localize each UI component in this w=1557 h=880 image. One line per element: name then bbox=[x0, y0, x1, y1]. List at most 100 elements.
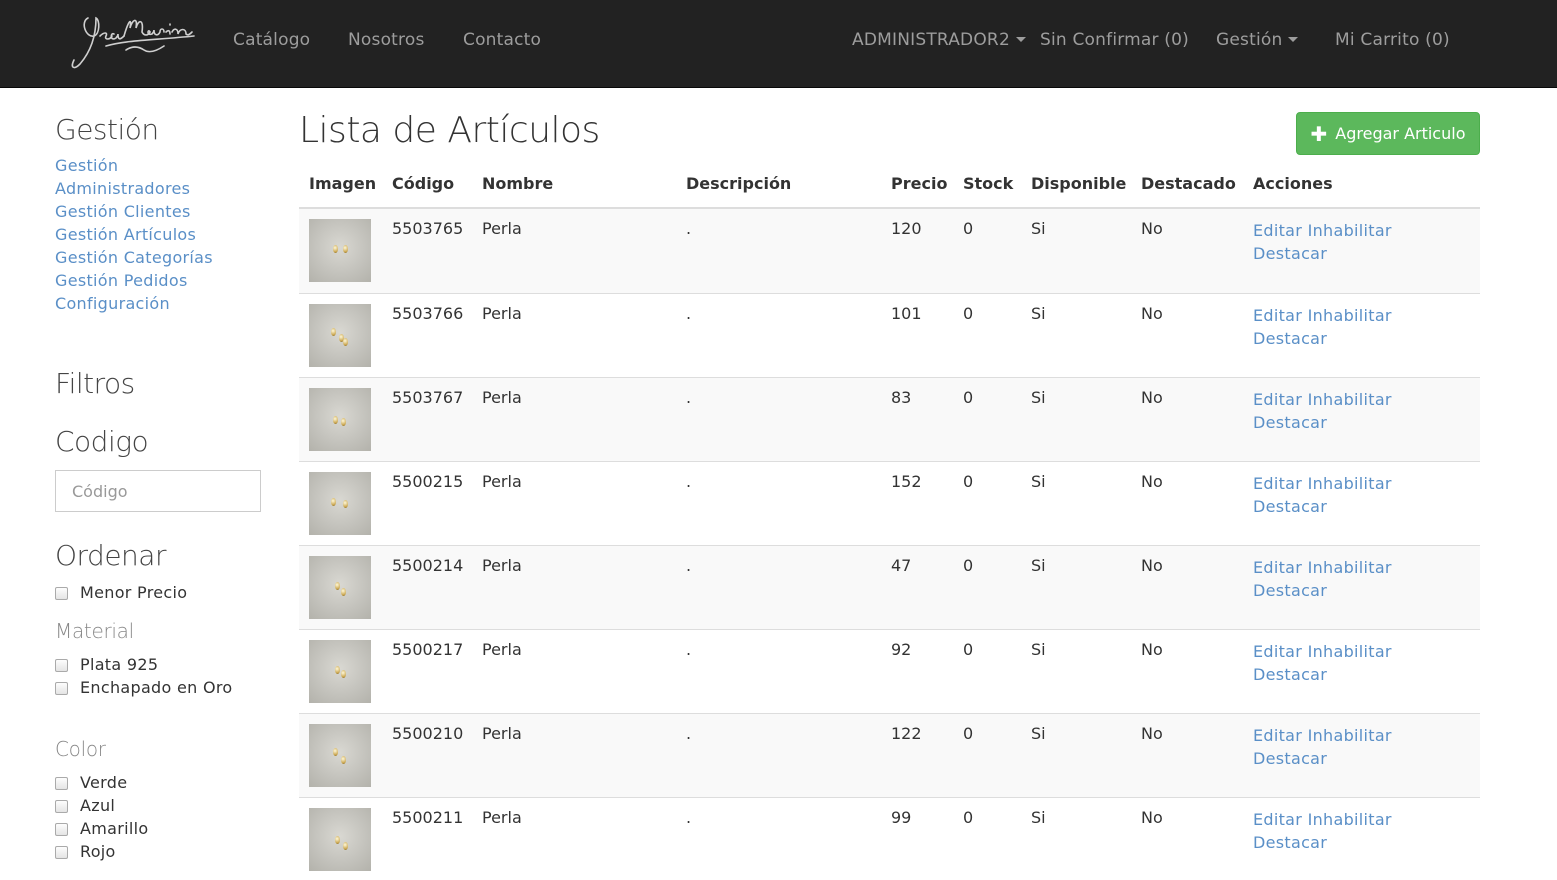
disable-link[interactable]: Inhabilitar bbox=[1308, 474, 1392, 493]
checkbox[interactable] bbox=[55, 659, 68, 672]
disable-link[interactable]: Inhabilitar bbox=[1308, 726, 1392, 745]
checkbox[interactable] bbox=[55, 800, 68, 813]
cell-name: Perla bbox=[482, 388, 522, 407]
nav-about-link[interactable]: Nosotros bbox=[348, 30, 425, 50]
color-red-checkbox[interactable]: Rojo bbox=[55, 842, 116, 861]
column-header-description: Descripción bbox=[686, 174, 792, 193]
column-header-stock: Stock bbox=[963, 174, 1014, 193]
disable-link[interactable]: Inhabilitar bbox=[1308, 306, 1392, 325]
cell-price: 99 bbox=[891, 808, 912, 827]
feature-link[interactable]: Destacar bbox=[1253, 244, 1327, 263]
cell-available: Si bbox=[1031, 556, 1046, 575]
code-search-input[interactable] bbox=[55, 470, 261, 512]
checkbox[interactable] bbox=[55, 587, 68, 600]
cell-actions: Editar Inhabilitar Destacar bbox=[1253, 304, 1423, 350]
table-row: 5500211 Perla. 99 0 Si No Editar Inhabilitar De… bbox=[299, 797, 1480, 880]
edit-link[interactable]: Editar bbox=[1253, 726, 1302, 745]
pearl-shape bbox=[333, 245, 338, 253]
product-thumbnail[interactable] bbox=[309, 304, 371, 367]
column-header-available: Disponible bbox=[1031, 174, 1127, 193]
column-header-actions: Acciones bbox=[1253, 174, 1333, 193]
edit-link[interactable]: Editar bbox=[1253, 810, 1302, 829]
pearl-shape bbox=[335, 582, 340, 590]
feature-link[interactable]: Destacar bbox=[1253, 833, 1327, 852]
user-dropdown[interactable]: ADMINISTRADOR2 bbox=[852, 30, 1026, 50]
unconfirmed-link[interactable]: Sin Confirmar (0) bbox=[1040, 30, 1189, 50]
product-thumbnail[interactable] bbox=[309, 556, 371, 619]
cell-description: . bbox=[686, 808, 692, 827]
nav-contact-link[interactable]: Contacto bbox=[463, 30, 541, 50]
disable-link[interactable]: Inhabilitar bbox=[1308, 558, 1392, 577]
top-navbar: Catálogo Nosotros Contacto ADMINISTRADOR… bbox=[0, 0, 1557, 88]
color-blue-checkbox[interactable]: Azul bbox=[55, 796, 115, 815]
checkbox[interactable] bbox=[55, 682, 68, 695]
product-thumbnail[interactable] bbox=[309, 808, 371, 871]
cell-price: 83 bbox=[891, 388, 912, 407]
sidebar-item-categories[interactable]: Gestión Categorías bbox=[55, 248, 213, 267]
product-thumbnail[interactable] bbox=[309, 219, 371, 282]
checkbox-label: Rojo bbox=[80, 842, 116, 861]
sidebar-item-orders[interactable]: Gestión Pedidos bbox=[55, 271, 188, 290]
cell-description: . bbox=[686, 304, 692, 323]
order-lowest-price-checkbox[interactable]: Menor Precio bbox=[55, 583, 187, 602]
cart-link[interactable]: Mi Carrito (0) bbox=[1335, 30, 1450, 50]
order-title: Ordenar bbox=[55, 539, 166, 572]
cell-price: 120 bbox=[891, 219, 922, 238]
cell-price: 122 bbox=[891, 724, 922, 743]
product-thumbnail[interactable] bbox=[309, 472, 371, 535]
color-yellow-checkbox[interactable]: Amarillo bbox=[55, 819, 148, 838]
material-silver-checkbox[interactable]: Plata 925 bbox=[55, 655, 158, 674]
edit-link[interactable]: Editar bbox=[1253, 642, 1302, 661]
nav-catalog-link[interactable]: Catálogo bbox=[233, 30, 310, 50]
brand-logo[interactable] bbox=[66, 10, 202, 74]
feature-link[interactable]: Destacar bbox=[1253, 497, 1327, 516]
product-thumbnail[interactable] bbox=[309, 640, 371, 703]
cell-code: 5503766 bbox=[392, 304, 464, 323]
edit-link[interactable]: Editar bbox=[1253, 390, 1302, 409]
color-green-checkbox[interactable]: Verde bbox=[55, 773, 127, 792]
feature-link[interactable]: Destacar bbox=[1253, 749, 1327, 768]
sidebar-item-clients[interactable]: Gestión Clientes bbox=[55, 202, 191, 221]
cell-available: Si bbox=[1031, 640, 1046, 659]
checkbox[interactable] bbox=[55, 823, 68, 836]
table-row: 5503767 Perla. 83 0 Si No Editar Inhabilitar De… bbox=[299, 377, 1480, 461]
disable-link[interactable]: Inhabilitar bbox=[1308, 390, 1392, 409]
disable-link[interactable]: Inhabilitar bbox=[1308, 810, 1392, 829]
table-row: 5500210 Perla. 122 0 Si No Editar Inhabilitar D… bbox=[299, 713, 1480, 797]
cell-stock: 0 bbox=[963, 304, 974, 323]
sidebar-item-admins[interactable]: Administradores bbox=[55, 179, 190, 198]
plus-icon: ✚ bbox=[1310, 121, 1328, 146]
edit-link[interactable]: Editar bbox=[1253, 474, 1302, 493]
checkbox[interactable] bbox=[55, 777, 68, 790]
edit-link[interactable]: Editar bbox=[1253, 306, 1302, 325]
product-thumbnail[interactable] bbox=[309, 724, 371, 787]
material-gold-plated-checkbox[interactable]: Enchapado en Oro bbox=[55, 678, 232, 697]
cell-description: . bbox=[686, 388, 692, 407]
feature-link[interactable]: Destacar bbox=[1253, 413, 1327, 432]
management-dropdown[interactable]: Gestión bbox=[1216, 30, 1299, 50]
edit-link[interactable]: Editar bbox=[1253, 558, 1302, 577]
cell-actions: Editar Inhabilitar Destacar bbox=[1253, 556, 1423, 602]
cell-stock: 0 bbox=[963, 808, 974, 827]
feature-link[interactable]: Destacar bbox=[1253, 329, 1327, 348]
feature-link[interactable]: Destacar bbox=[1253, 665, 1327, 684]
sidebar-item-articles[interactable]: Gestión Artículos bbox=[55, 225, 196, 244]
add-article-button[interactable]: ✚ Agregar Articulo bbox=[1296, 112, 1480, 155]
disable-link[interactable]: Inhabilitar bbox=[1308, 642, 1392, 661]
sidebar-item-management[interactable]: Gestión bbox=[55, 156, 118, 175]
feature-link[interactable]: Destacar bbox=[1253, 581, 1327, 600]
brand-logo-script bbox=[71, 16, 195, 69]
product-thumbnail[interactable] bbox=[309, 388, 371, 451]
pearl-shape bbox=[331, 498, 336, 506]
cell-available: Si bbox=[1031, 724, 1046, 743]
cell-price: 101 bbox=[891, 304, 922, 323]
column-header-price: Precio bbox=[891, 174, 948, 193]
disable-link[interactable]: Inhabilitar bbox=[1308, 221, 1392, 240]
cell-featured: No bbox=[1141, 808, 1163, 827]
column-header-featured: Destacado bbox=[1141, 174, 1236, 193]
cell-stock: 0 bbox=[963, 556, 974, 575]
sidebar-item-settings[interactable]: Configuración bbox=[55, 294, 170, 313]
edit-link[interactable]: Editar bbox=[1253, 221, 1302, 240]
material-title: Material bbox=[55, 619, 134, 643]
checkbox[interactable] bbox=[55, 846, 68, 859]
